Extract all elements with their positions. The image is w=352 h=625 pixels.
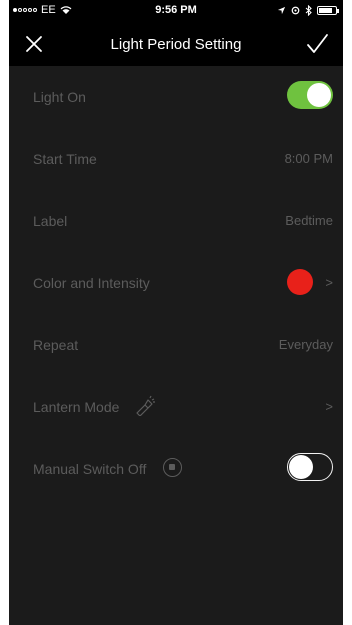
status-right [277,5,339,16]
toggle-knob [307,83,331,107]
page-title: Light Period Setting [110,36,242,53]
start-time-label: Start Time [33,151,97,167]
lantern-mode-row[interactable]: Lantern Mode > [9,376,343,438]
toggle-knob [289,455,313,479]
close-icon[interactable] [23,33,45,55]
repeat-row[interactable]: Repeat Everyday [9,314,343,376]
color-intensity-label: Color and Intensity [33,275,150,291]
manual-switch-off-row: Manual Switch Off [9,438,343,500]
navigation-bar: Light Period Setting [9,22,343,66]
checkmark-icon[interactable] [305,32,329,56]
label-row[interactable]: Label Bedtime [9,190,343,252]
stop-icon [163,458,182,477]
chevron-right-icon: > [325,399,333,414]
app-screen: EE 9:56 PM Light Period Setting Light On… [9,0,343,625]
location-icon [277,6,286,15]
repeat-label: Repeat [33,337,79,353]
repeat-value: Everyday [278,337,333,352]
start-time-row[interactable]: Start Time 8:00 PM [9,128,343,190]
battery-level [319,8,332,13]
light-on-row: Light On [9,66,343,128]
start-time-value: 8:00 PM [284,151,333,166]
manual-switch-off-toggle[interactable] [287,453,333,481]
selected-color-swatch[interactable] [287,269,313,295]
label-value: Bedtime [285,213,333,228]
chevron-right-icon: > [325,275,333,290]
alarm-icon [291,6,300,15]
flashlight-icon [136,395,155,416]
color-intensity-row[interactable]: Color and Intensity > [9,252,343,314]
lantern-mode-label: Lantern Mode [33,399,120,415]
settings-list: Light On Start Time 8:00 PM Label Bedtim… [9,66,343,500]
bluetooth-icon [305,5,312,16]
light-on-label: Light On [33,89,86,105]
battery-icon [317,6,339,15]
status-bar: EE 9:56 PM [9,0,343,22]
label-label: Label [33,213,68,229]
manual-switch-off-label: Manual Switch Off [33,461,147,477]
light-on-toggle[interactable] [287,81,333,109]
